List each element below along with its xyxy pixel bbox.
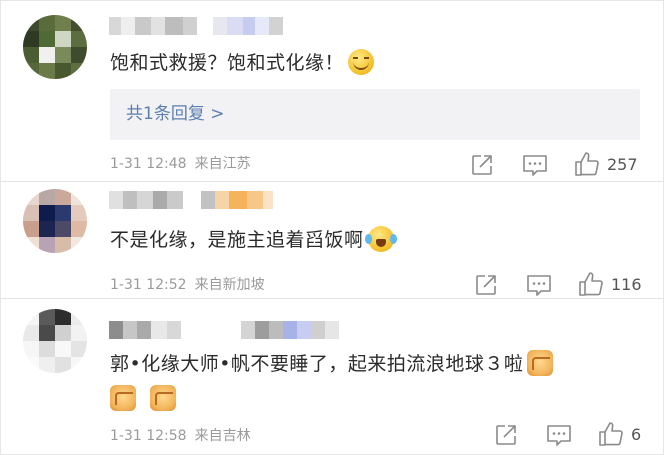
avatar[interactable] bbox=[23, 309, 87, 373]
avatar[interactable] bbox=[23, 189, 87, 253]
username-blurred[interactable] bbox=[109, 17, 283, 35]
comment-icon[interactable] bbox=[522, 153, 548, 177]
comment-text: 不是化缘，是施主追着舀饭啊 bbox=[110, 226, 394, 254]
share-icon[interactable] bbox=[474, 273, 498, 297]
comment-meta: 1-31 12:48 来自江苏 bbox=[110, 154, 251, 174]
comment-list: 饱和式救援？饱和式化缘！ 共1条回复 > 1-31 12:48 来自江苏 257 bbox=[0, 0, 664, 455]
share-icon[interactable] bbox=[470, 153, 494, 177]
avatar[interactable] bbox=[23, 15, 87, 79]
comment-item: 不是化缘，是施主追着舀饭啊 1-31 12:52 来自新加坡 116 bbox=[1, 182, 664, 297]
comment-date: 1-31 12:58 bbox=[110, 428, 187, 444]
comment-location: 来自新加坡 bbox=[194, 277, 265, 293]
username-blurred[interactable] bbox=[109, 191, 273, 209]
username-blurred[interactable] bbox=[109, 321, 339, 339]
view-replies-link[interactable]: 共1条回复 > bbox=[126, 102, 224, 126]
comment-meta: 1-31 12:52 来自新加坡 bbox=[110, 275, 265, 295]
comment-location: 来自江苏 bbox=[194, 156, 251, 172]
like-count: 116 bbox=[611, 275, 642, 294]
like-count: 6 bbox=[631, 425, 642, 444]
fist-emoji-icon bbox=[150, 385, 176, 411]
laugh-cry-emoji-icon bbox=[364, 226, 394, 252]
fist-emoji-icon bbox=[527, 350, 554, 376]
comment-icon[interactable] bbox=[546, 423, 572, 447]
comment-text: 饱和式救援？饱和式化缘！ bbox=[110, 49, 375, 77]
smile-emoji-icon bbox=[348, 49, 375, 75]
like-count: 257 bbox=[607, 155, 638, 174]
thumbs-up-icon[interactable] bbox=[578, 271, 604, 297]
reply-box: 共1条回复 > bbox=[110, 89, 640, 140]
comment-date: 1-31 12:48 bbox=[110, 156, 187, 172]
comment-item: 饱和式救援？饱和式化缘！ 共1条回复 > 1-31 12:48 来自江苏 257 bbox=[1, 1, 664, 181]
comment-meta: 1-31 12:58 来自吉林 bbox=[110, 426, 251, 446]
fist-emoji-icon bbox=[110, 385, 136, 411]
thumbs-up-icon[interactable] bbox=[598, 421, 624, 447]
comment-icon[interactable] bbox=[526, 273, 552, 297]
thumbs-up-icon[interactable] bbox=[574, 151, 600, 177]
comment-text-emoji-line bbox=[110, 385, 176, 413]
comment-date: 1-31 12:52 bbox=[110, 277, 187, 293]
comment-item: 郭•化缘大师•帆不要睡了，起来拍流浪地球３啦 1-31 12:58 来自吉林 6 bbox=[1, 299, 664, 455]
share-icon[interactable] bbox=[494, 423, 518, 447]
comment-text: 郭•化缘大师•帆不要睡了，起来拍流浪地球３啦 bbox=[110, 350, 554, 378]
comment-location: 来自吉林 bbox=[194, 428, 251, 444]
